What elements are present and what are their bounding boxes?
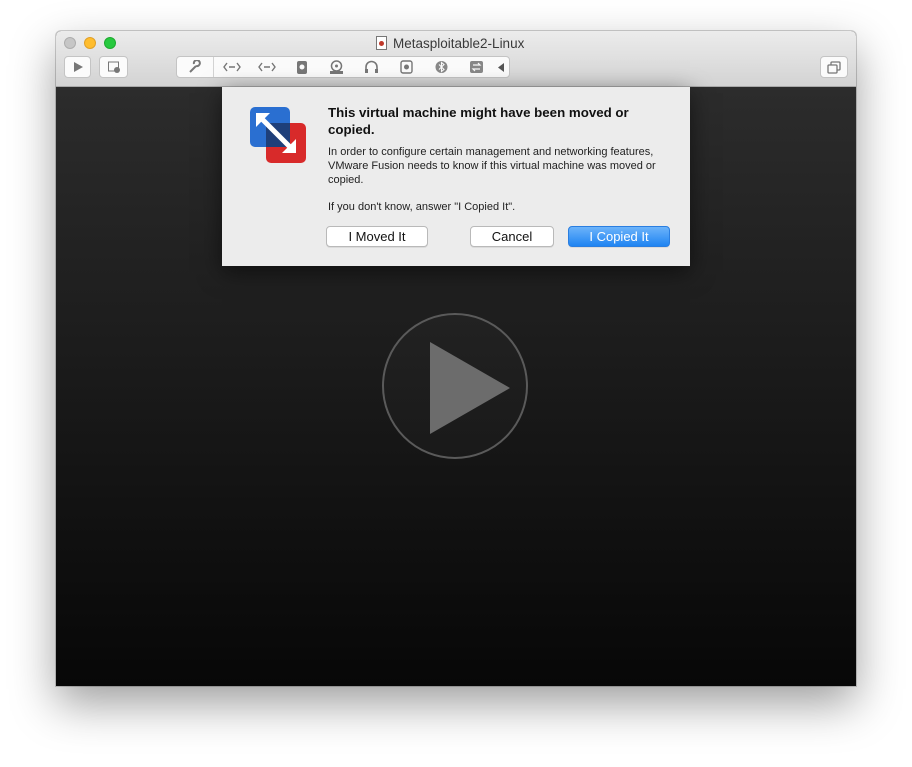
unity-view-button[interactable] bbox=[820, 56, 848, 78]
network-adapter-1-button[interactable] bbox=[214, 57, 249, 77]
sound-icon bbox=[365, 60, 378, 73]
dialog-hint: If you don't know, answer "I Copied It". bbox=[328, 201, 516, 213]
fullscreen-icon bbox=[827, 60, 841, 74]
network-adapter-2-button[interactable] bbox=[249, 57, 284, 77]
cd-dvd-button[interactable] bbox=[319, 57, 354, 77]
document-icon bbox=[376, 36, 387, 50]
snapshot-button[interactable] bbox=[99, 56, 128, 78]
settings-button[interactable] bbox=[177, 57, 214, 77]
usb-button[interactable] bbox=[459, 57, 494, 77]
usb-icon bbox=[470, 61, 483, 73]
snapshot-icon bbox=[107, 61, 120, 73]
vmware-fusion-icon bbox=[250, 107, 306, 163]
device-toolbar bbox=[176, 56, 510, 78]
close-window-button[interactable] bbox=[64, 37, 76, 49]
vm-display[interactable]: This virtual machine might have been mov… bbox=[56, 87, 856, 686]
camera-icon bbox=[400, 60, 413, 74]
cancel-button[interactable]: Cancel bbox=[470, 226, 554, 247]
minimize-window-button[interactable] bbox=[84, 37, 96, 49]
i-moved-it-button[interactable]: I Moved It bbox=[326, 226, 428, 247]
start-vm-button[interactable] bbox=[382, 313, 528, 459]
zoom-window-button[interactable] bbox=[104, 37, 116, 49]
window-title: Metasploitable2-Linux bbox=[376, 34, 524, 52]
network-icon bbox=[222, 62, 241, 72]
toolbar-overflow-button[interactable] bbox=[494, 57, 508, 77]
bluetooth-icon bbox=[435, 61, 448, 73]
title-bar: Metasploitable2-Linux bbox=[56, 31, 856, 87]
hard-disk-icon bbox=[296, 60, 307, 74]
hard-disk-button[interactable] bbox=[284, 57, 319, 77]
i-copied-it-button[interactable]: I Copied It bbox=[568, 226, 670, 247]
play-icon bbox=[430, 342, 510, 434]
wrench-icon bbox=[189, 60, 201, 73]
camera-button[interactable] bbox=[389, 57, 424, 77]
bluetooth-button[interactable] bbox=[424, 57, 459, 77]
moved-or-copied-dialog: This virtual machine might have been mov… bbox=[222, 87, 690, 266]
play-button[interactable] bbox=[64, 56, 91, 78]
dialog-title: This virtual machine might have been mov… bbox=[328, 105, 629, 137]
vm-window: Metasploitable2-Linux This virtual machi… bbox=[56, 31, 856, 686]
cd-icon bbox=[330, 59, 343, 74]
sound-card-button[interactable] bbox=[354, 57, 389, 77]
network-icon bbox=[257, 62, 276, 72]
dialog-message: In order to configure certain management… bbox=[328, 146, 656, 186]
chevron-left-icon bbox=[498, 62, 504, 72]
play-icon bbox=[73, 62, 83, 72]
window-title-text: Metasploitable2-Linux bbox=[393, 35, 525, 51]
